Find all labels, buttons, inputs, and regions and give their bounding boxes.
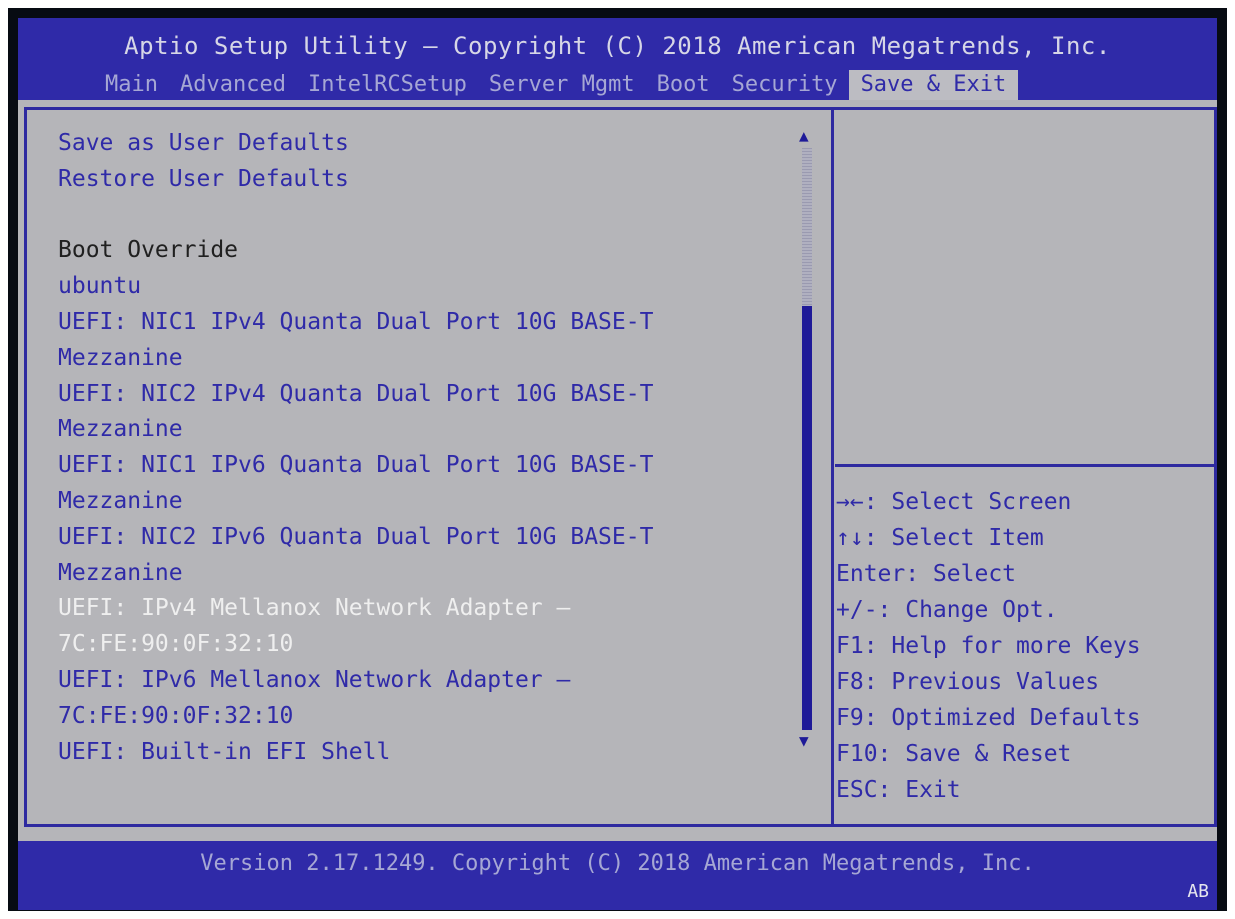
header-bar: Aptio Setup Utility – Copyright (C) 2018… <box>18 18 1217 100</box>
help-f1: F1: Help for more Keys <box>836 633 1141 659</box>
help-f9: F9: Optimized Defaults <box>836 705 1141 731</box>
help-enter-select: Enter: Select <box>836 561 1017 587</box>
menu-item-mellanox-ipv4[interactable]: UEFI: IPv4 Mellanox Network Adapter – <box>58 591 798 627</box>
menu-item-nic2-ipv6-cont[interactable]: Mezzanine <box>58 556 798 592</box>
menu-spacer <box>58 198 798 234</box>
tab-main[interactable]: Main <box>94 70 169 100</box>
boot-override-heading: Boot Override <box>58 237 239 264</box>
help-change-opt: +/-: Change Opt. <box>836 597 1058 623</box>
menu-item-nic2-ipv4[interactable]: UEFI: NIC2 IPv4 Quanta Dual Port 10G BAS… <box>58 377 798 413</box>
page-title: Aptio Setup Utility – Copyright (C) 2018… <box>124 32 1111 60</box>
menu-item-nic1-ipv6-cont[interactable]: Mezzanine <box>58 484 798 520</box>
menu-item-restore-user-defaults[interactable]: Restore User Defaults <box>58 162 798 198</box>
menu-item-nic1-ipv6[interactable]: UEFI: NIC1 IPv6 Quanta Dual Port 10G BAS… <box>58 448 798 484</box>
footer-bar: Version 2.17.1249. Copyright (C) 2018 Am… <box>18 841 1217 910</box>
menu-item-mellanox-ipv4-cont[interactable]: 7C:FE:90:0F:32:10 <box>58 627 798 663</box>
menu-item-nic2-ipv6[interactable]: UEFI: NIC2 IPv6 Quanta Dual Port 10G BAS… <box>58 520 798 556</box>
tab-server-mgmt[interactable]: Server Mgmt <box>478 70 646 100</box>
help-esc: ESC: Exit <box>836 777 961 803</box>
tab-boot[interactable]: Boot <box>646 70 721 100</box>
help-select-screen: →←: Select Screen <box>836 489 1072 515</box>
tab-intelrcsetup[interactable]: IntelRCSetup <box>297 70 478 100</box>
menu-item-mellanox-ipv6[interactable]: UEFI: IPv6 Mellanox Network Adapter – <box>58 663 798 699</box>
main-panel: Save as User Defaults Restore User Defau… <box>18 100 1217 841</box>
menu-item-nic1-ipv4[interactable]: UEFI: NIC1 IPv4 Quanta Dual Port 10G BAS… <box>58 305 798 341</box>
menu-item-ubuntu[interactable]: ubuntu <box>58 269 798 305</box>
help-separator <box>835 464 1215 467</box>
menu-list: Save as User Defaults Restore User Defau… <box>58 126 798 770</box>
bios-screen: Aptio Setup Utility – Copyright (C) 2018… <box>8 8 1227 911</box>
menu-item-efi-shell[interactable]: UEFI: Built-in EFI Shell <box>58 735 798 771</box>
tab-advanced[interactable]: Advanced <box>169 70 297 100</box>
scroll-up-arrow-icon[interactable]: ▲ <box>799 128 809 144</box>
help-select-item: ↑↓: Select Item <box>836 525 1044 551</box>
scrollbar-track[interactable] <box>802 148 812 308</box>
scroll-down-arrow-icon[interactable]: ▼ <box>799 733 809 749</box>
menu-item-mellanox-ipv6-cont[interactable]: 7C:FE:90:0F:32:10 <box>58 699 798 735</box>
version-text: Version 2.17.1249. Copyright (C) 2018 Am… <box>200 851 1035 876</box>
menu-item-nic1-ipv4-cont[interactable]: Mezzanine <box>58 341 798 377</box>
status-code: AB <box>1187 881 1209 902</box>
panel-divider <box>831 110 834 824</box>
help-panel: →←: Select Screen ↑↓: Select Item Enter:… <box>836 484 1141 808</box>
tab-security[interactable]: Security <box>721 70 849 100</box>
menu-item-nic2-ipv4-cont[interactable]: Mezzanine <box>58 412 798 448</box>
menu-item-save-user-defaults[interactable]: Save as User Defaults <box>58 126 798 162</box>
help-f8: F8: Previous Values <box>836 669 1100 695</box>
help-f10: F10: Save & Reset <box>836 741 1072 767</box>
scrollbar-thumb[interactable] <box>802 306 812 730</box>
tab-save-exit[interactable]: Save & Exit <box>848 70 1019 100</box>
tab-bar: Main Advanced IntelRCSetup Server Mgmt B… <box>94 70 1019 100</box>
